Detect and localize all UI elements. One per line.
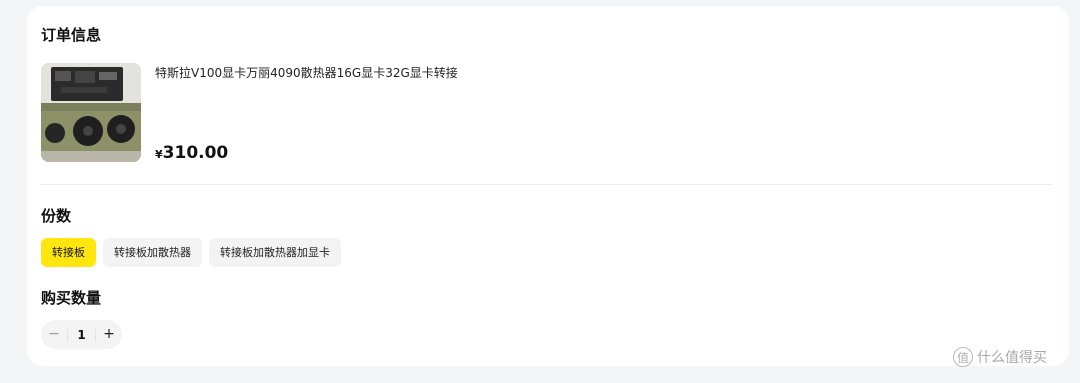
watermark-text: 什么值得买 — [977, 350, 1047, 366]
quantity-stepper: − 1 + — [41, 320, 122, 349]
product-name[interactable]: 特斯拉V100显卡万丽4090散热器16G显卡32G显卡转接 — [155, 64, 458, 81]
order-card: 订单信息 特斯拉V100显卡万丽4090散热器16G显卡32G显卡转接 ¥310… — [27, 6, 1069, 366]
spec-title: 份数 — [41, 207, 72, 225]
graphics-card-photo — [41, 63, 141, 162]
product-price: ¥310.00 — [155, 143, 228, 163]
quantity-value[interactable]: 1 — [67, 328, 96, 341]
quantity-title: 购买数量 — [41, 289, 102, 307]
spec-option-adapter-board-with-cooler-and-card[interactable]: 转接板加散热器加显卡 — [209, 238, 341, 267]
order-info-title: 订单信息 — [41, 26, 102, 44]
spec-option-adapter-board[interactable]: 转接板 — [41, 238, 96, 267]
product-image[interactable] — [41, 63, 141, 162]
watermark-logo-icon: 值 — [953, 347, 973, 367]
site-watermark: 值 什么值得买 — [953, 347, 1047, 367]
currency-symbol: ¥ — [155, 148, 163, 161]
spec-options: 转接板 转接板加散热器 转接板加散热器加显卡 — [41, 238, 341, 267]
divider — [41, 184, 1053, 185]
increase-quantity-button[interactable]: + — [96, 320, 122, 349]
price-value: 310.00 — [162, 143, 229, 163]
spec-option-adapter-board-with-cooler[interactable]: 转接板加散热器 — [103, 238, 202, 267]
decrease-quantity-button[interactable]: − — [41, 320, 67, 349]
